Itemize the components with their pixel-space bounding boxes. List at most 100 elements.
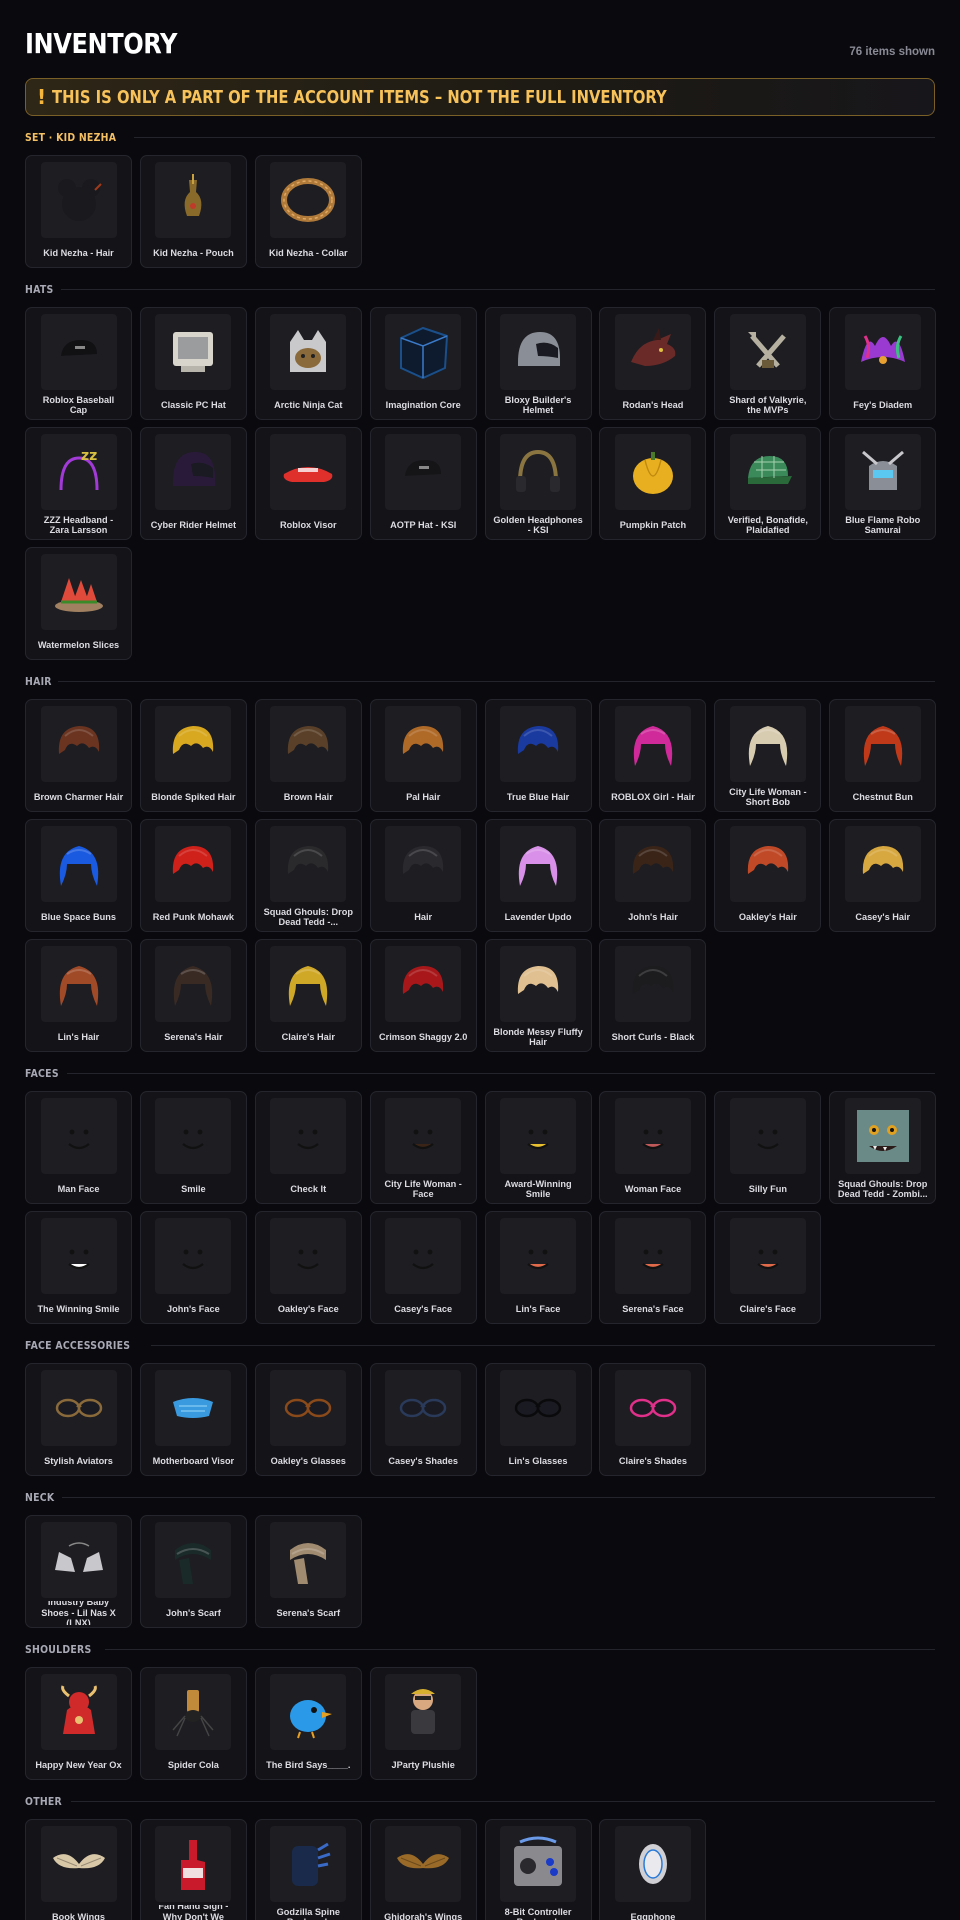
item-card[interactable]: Lavender Updo: [484, 819, 592, 932]
item-card[interactable]: Pal Hair: [369, 699, 477, 812]
item-card[interactable]: Roblox Visor: [254, 427, 362, 540]
item-card[interactable]: Bloxy Builder's Helmet: [484, 307, 592, 420]
item-card[interactable]: Chestnut Bun: [829, 699, 937, 812]
item-card[interactable]: City Life Woman - Short Bob: [714, 699, 822, 812]
section-header: FACES: [25, 1066, 935, 1080]
item-card[interactable]: Blonde Messy Fluffy Hair: [484, 939, 592, 1052]
item-card[interactable]: Smile: [139, 1091, 247, 1204]
item-grid: Happy New Year Ox Spider Cola The Bird Say…: [25, 1667, 935, 1780]
item-card[interactable]: Blonde Spiked Hair: [139, 699, 247, 812]
item-card[interactable]: Man Face: [25, 1091, 132, 1204]
item-card[interactable]: Red Punk Mohawk: [139, 819, 247, 932]
item-card[interactable]: Crimson Shaggy 2.0: [369, 939, 477, 1052]
section-divider: [105, 1648, 935, 1650]
item-card[interactable]: Serena's Scarf: [254, 1515, 362, 1628]
item-card[interactable]: Lin's Glasses: [484, 1363, 592, 1476]
item-card[interactable]: 8-Bit Controller Backpack: [484, 1819, 592, 1920]
svg-text:zz: zz: [81, 448, 97, 464]
item-card[interactable]: Blue Flame Robo Samurai: [829, 427, 937, 540]
item-card[interactable]: Oakley's Glasses: [254, 1363, 362, 1476]
item-card[interactable]: JParty Plushie: [369, 1667, 477, 1780]
item-card[interactable]: Shard of Valkyrie, the MVPs: [714, 307, 822, 420]
item-card[interactable]: Oakley's Hair: [714, 819, 822, 932]
item-card[interactable]: Hair: [369, 819, 477, 932]
item-name: Blonde Messy Fluffy Hair: [493, 1026, 583, 1048]
item-card[interactable]: Casey's Shades: [369, 1363, 477, 1476]
item-card[interactable]: AOTP Hat - KSI: [369, 427, 477, 540]
section-hats: HATS Roblox Baseball Cap Classic PC Hat Arc…: [25, 282, 937, 660]
pouch-icon: [155, 162, 232, 238]
item-card[interactable]: Eggphone: [599, 1819, 707, 1920]
item-card[interactable]: Brown Hair: [254, 699, 362, 812]
item-card[interactable]: True Blue Hair: [484, 699, 592, 812]
item-card[interactable]: Award-Winning Smile: [484, 1091, 592, 1204]
item-card[interactable]: Imagination Core: [369, 307, 477, 420]
item-card[interactable]: Lin's Face: [484, 1211, 592, 1324]
section-face-accessories: FACE ACCESSORIES Stylish Aviators Motherbo…: [25, 1338, 935, 1476]
item-card[interactable]: Claire's Shades: [599, 1363, 707, 1476]
item-card[interactable]: Short Curls - Black: [599, 939, 707, 1052]
item-card[interactable]: ROBLOX Girl - Hair: [599, 699, 707, 812]
warning-text: THIS IS ONLY A PART OF THE ACCOUNT ITEMS…: [52, 86, 667, 108]
item-card[interactable]: Motherboard Visor: [139, 1363, 247, 1476]
item-card[interactable]: Watermelon Slices: [25, 547, 132, 660]
item-card[interactable]: Oakley's Face: [254, 1211, 362, 1324]
item-card[interactable]: Silly Fun: [714, 1091, 822, 1204]
item-card[interactable]: Kid Nezha - Pouch: [139, 155, 247, 268]
item-card[interactable]: Roblox Baseball Cap: [25, 307, 132, 420]
item-card[interactable]: The Winning Smile: [25, 1211, 132, 1324]
section-title: SHOULDERS: [25, 1642, 92, 1656]
item-card[interactable]: Check It: [254, 1091, 362, 1204]
item-card[interactable]: Classic PC Hat: [139, 307, 247, 420]
item-card[interactable]: Happy New Year Ox: [25, 1667, 132, 1780]
shoes-icon: [40, 1522, 117, 1598]
item-card[interactable]: Serena's Face: [599, 1211, 707, 1324]
item-card[interactable]: Lin's Hair: [25, 939, 132, 1052]
item-card[interactable]: Golden Headphones - KSI: [484, 427, 592, 540]
item-card[interactable]: Godzilla Spine Backpack: [254, 1819, 362, 1920]
item-card[interactable]: Woman Face: [599, 1091, 707, 1204]
item-card[interactable]: zz ZZZ Headband - Zara Larsson: [25, 427, 132, 540]
eggphone-icon: [614, 1826, 691, 1902]
item-card[interactable]: John's Hair: [599, 819, 707, 932]
item-card[interactable]: Book Wings: [25, 1819, 132, 1920]
item-card[interactable]: Kid Nezha - Hair: [25, 155, 132, 268]
item-card[interactable]: Pumpkin Patch: [599, 427, 707, 540]
item-card[interactable]: Cyber Rider Helmet: [139, 427, 247, 540]
item-card[interactable]: Verified, Bonafide, Plaidafied: [714, 427, 822, 540]
item-card[interactable]: John's Scarf: [139, 1515, 247, 1628]
scarf-icon: [155, 1522, 232, 1598]
backpack-icon: [270, 1826, 347, 1902]
item-card[interactable]: Squad Ghouls: Drop Dead Tedd - Zombi...: [829, 1091, 937, 1204]
spider-icon: [155, 1674, 232, 1750]
item-card[interactable]: Brown Charmer Hair: [25, 699, 132, 812]
item-card[interactable]: Fan Hand Sign - Why Don't We (WDW): [139, 1819, 247, 1920]
visor-glasses-icon: [155, 1370, 232, 1446]
cap-icon: [385, 434, 462, 510]
item-name: Kid Nezha - Collar: [268, 247, 348, 258]
item-card[interactable]: Claire's Hair: [254, 939, 362, 1052]
item-card[interactable]: Casey's Face: [369, 1211, 477, 1324]
item-card[interactable]: Ghidorah's Wings: [369, 1819, 477, 1920]
item-card[interactable]: City Life Woman - Face: [369, 1091, 477, 1204]
item-card[interactable]: Spider Cola: [139, 1667, 247, 1780]
item-name: Claire's Face: [739, 1303, 796, 1314]
item-name: Shard of Valkyrie, the MVPs: [729, 394, 807, 416]
item-card[interactable]: Kid Nezha - Collar: [254, 155, 362, 268]
item-card[interactable]: John's Face: [139, 1211, 247, 1324]
item-card[interactable]: Serena's Hair: [139, 939, 247, 1052]
item-card[interactable]: Claire's Face: [714, 1211, 822, 1324]
item-card[interactable]: Arctic Ninja Cat: [254, 307, 362, 420]
visor-icon: [270, 434, 347, 510]
item-card[interactable]: Rodan's Head: [599, 307, 707, 420]
item-name: JParty Plushie: [391, 1759, 455, 1770]
item-card[interactable]: The Bird Says____.: [254, 1667, 362, 1780]
item-card[interactable]: Casey's Hair: [829, 819, 937, 932]
item-card[interactable]: Stylish Aviators: [25, 1363, 132, 1476]
hair-icon: [385, 706, 462, 782]
item-card[interactable]: Fey's Diadem: [829, 307, 937, 420]
section-shoulders: SHOULDERS Happy New Year Ox Spider Cola The…: [25, 1642, 935, 1780]
item-card[interactable]: Blue Space Buns: [25, 819, 132, 932]
item-card[interactable]: Industry Baby Shoes - Lil Nas X (LNX): [25, 1515, 132, 1628]
item-card[interactable]: Squad Ghouls: Drop Dead Tedd -...: [254, 819, 362, 932]
